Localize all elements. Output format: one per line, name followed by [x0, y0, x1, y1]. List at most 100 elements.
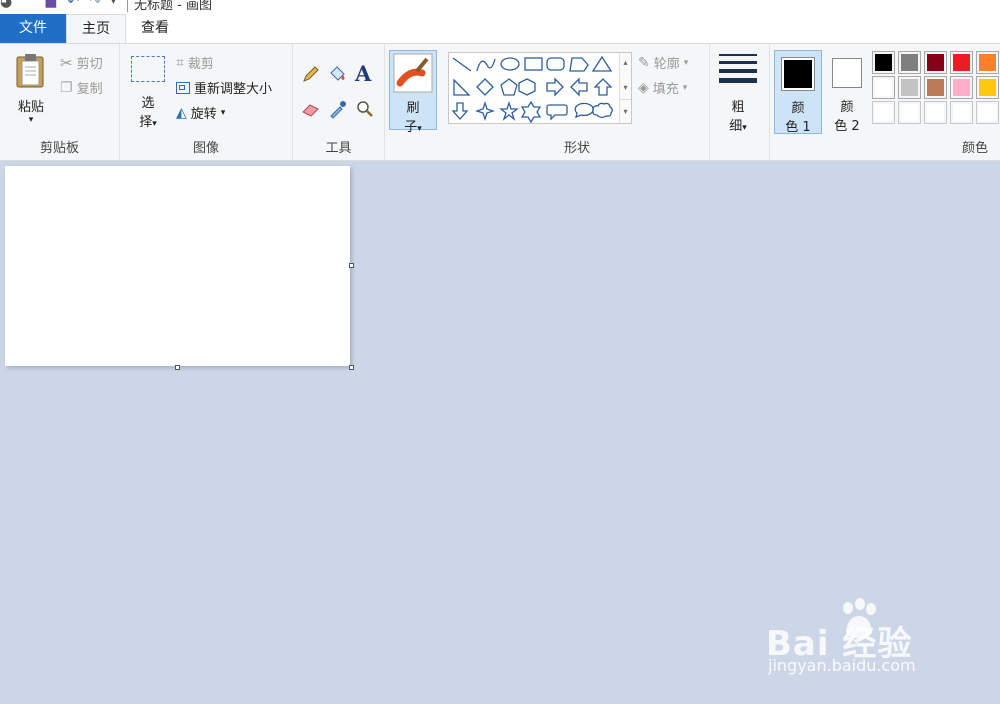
app-menu-icon[interactable]: ◕	[0, 0, 12, 10]
palette-swatch[interactable]	[872, 51, 895, 74]
color2-fill	[835, 61, 859, 85]
fill-bucket-icon[interactable]	[327, 64, 347, 84]
clipboard-group-label: 剪贴板	[39, 141, 79, 156]
select-icon	[131, 56, 165, 82]
redo-icon[interactable]: ↷	[89, 0, 101, 10]
baidu-watermark: Bai 经验 jingyan.baidu.com	[766, 598, 996, 683]
rotate-button[interactable]: ◭ 旋转 ▾	[176, 103, 225, 123]
palette-swatch[interactable]	[872, 76, 895, 99]
diamond-shape-icon	[476, 78, 494, 96]
text-tool-icon[interactable]: A	[355, 61, 371, 86]
palette-swatch-fill	[953, 104, 970, 121]
paste-label: 粘贴	[17, 100, 44, 115]
line-width-icon	[719, 54, 757, 83]
tab-file[interactable]: 文件	[0, 14, 66, 43]
shapes-scrollbar[interactable]: ▴ ▾ ▾	[619, 53, 631, 123]
scroll-up-icon[interactable]: ▴	[620, 53, 631, 76]
drawing-canvas[interactable]	[5, 166, 350, 366]
expand-gallery-icon[interactable]: ▾	[620, 99, 631, 122]
clipboard-group: 粘贴 ▾ ✂ 剪切 ❐ 复制 剪贴板	[0, 44, 120, 160]
palette-swatch[interactable]	[950, 51, 973, 74]
copy-button[interactable]: ❐ 复制	[60, 78, 103, 98]
palette-swatch[interactable]	[976, 51, 999, 74]
shapes-group-label: 形状	[563, 141, 590, 156]
tab-home[interactable]: 主页	[66, 14, 126, 44]
palette-swatch[interactable]	[898, 51, 921, 74]
shapes-gallery[interactable]: ▴ ▾ ▾	[448, 52, 632, 124]
hexagon-shape-icon	[518, 78, 536, 96]
polygon-shape-icon	[569, 57, 589, 72]
brush-icon	[393, 53, 433, 93]
color2-swatch	[832, 58, 862, 88]
palette-swatch[interactable]	[924, 76, 947, 99]
crop-icon: ⌗	[176, 54, 184, 71]
brushes-button[interactable]: 刷 子▾	[389, 50, 437, 135]
palette-swatch-fill	[927, 79, 944, 96]
palette-swatch[interactable]	[872, 101, 895, 124]
tab-view[interactable]: 查看	[126, 14, 184, 43]
palette-swatch[interactable]	[924, 51, 947, 74]
ribbon-tabs: 文件 主页 查看	[0, 14, 1000, 44]
select-label-bottom: 择▾	[139, 115, 157, 130]
color1-label-top: 颜	[791, 101, 805, 116]
size-button[interactable]: 粗 细▾	[716, 52, 760, 134]
palette-swatch-fill	[901, 104, 918, 121]
scroll-down-icon[interactable]: ▾	[620, 76, 631, 99]
select-button[interactable]: 选 择▾	[128, 56, 168, 132]
palette-swatch[interactable]	[976, 76, 999, 99]
palette-swatch[interactable]	[950, 76, 973, 99]
palette-swatch-fill	[979, 79, 996, 96]
select-label-top: 选	[141, 96, 155, 111]
palette-swatch[interactable]	[924, 101, 947, 124]
resize-icon	[176, 81, 190, 94]
line-shape-icon	[452, 57, 472, 72]
image-group: 选 择▾ ⌗ 裁剪 重新调整大小 ◭ 旋转 ▾ 图像	[120, 44, 293, 160]
customize-quick-access-icon[interactable]: ▾	[111, 0, 116, 10]
resize-button[interactable]: 重新调整大小	[176, 78, 272, 97]
canvas-resize-handle-right[interactable]	[349, 263, 354, 268]
ribbon: 粘贴 ▾ ✂ 剪切 ❐ 复制 剪贴板 选 择▾ ⌗ 裁剪 重新调整大小 ◭ 旋转	[0, 43, 1000, 161]
size-label-top: 粗	[731, 100, 745, 115]
palette-swatch[interactable]	[976, 101, 999, 124]
palette-swatch[interactable]	[898, 76, 921, 99]
crop-button[interactable]: ⌗ 裁剪	[176, 53, 214, 73]
title-separator	[127, 0, 128, 12]
brushes-group: 刷 子▾	[385, 44, 445, 160]
palette-swatch-fill	[875, 104, 892, 121]
size-group: 粗 细▾	[710, 44, 770, 160]
title-bar: ◕ ■ ↶ ↷ ▾ 无标题 - 画图	[0, 0, 1000, 14]
color2-button[interactable]: 颜 色 2	[823, 50, 871, 134]
tools-group: A 工具	[293, 44, 385, 160]
save-icon[interactable]: ■	[44, 0, 57, 10]
left-arrow-shape-icon	[570, 77, 588, 97]
canvas-resize-handle-bottom[interactable]	[175, 365, 180, 370]
fill-button[interactable]: ◈ 填充 ▾	[638, 78, 687, 98]
rectangle-shape-icon	[524, 57, 543, 71]
canvas-resize-handle-corner[interactable]	[349, 365, 354, 370]
four-point-star-shape-icon	[474, 100, 496, 122]
paste-button[interactable]: 粘贴 ▾	[8, 52, 54, 130]
color-picker-icon[interactable]	[328, 99, 348, 119]
five-point-star-shape-icon	[499, 100, 519, 121]
colors-group-label: 颜色	[961, 141, 988, 156]
outline-button[interactable]: ✎ 轮廓 ▾	[638, 53, 688, 73]
crop-label: 裁剪	[187, 57, 214, 72]
eraser-icon[interactable]	[301, 99, 321, 119]
scissors-icon: ✂	[60, 53, 73, 72]
palette-swatch[interactable]	[898, 101, 921, 124]
color1-button[interactable]: 颜 色 1	[774, 50, 822, 135]
undo-icon[interactable]: ↶	[67, 0, 79, 10]
window-title: 无标题 - 画图	[134, 0, 212, 13]
rounded-callout-shape-icon	[546, 104, 568, 121]
brushes-label-bottom: 子▾	[404, 120, 422, 135]
palette-swatch[interactable]	[950, 101, 973, 124]
palette-swatch-fill	[979, 54, 996, 71]
quick-access-toolbar: ◕ ■ ↶ ↷ ▾	[0, 0, 116, 10]
magnifier-icon[interactable]	[355, 99, 375, 119]
cut-button[interactable]: ✂ 剪切	[60, 53, 103, 73]
paste-dropdown-icon[interactable]: ▾	[8, 115, 54, 125]
paste-icon	[16, 54, 44, 88]
palette-swatch-fill	[927, 54, 944, 71]
pencil-icon[interactable]	[301, 64, 321, 84]
palette-swatch-fill	[979, 104, 996, 121]
